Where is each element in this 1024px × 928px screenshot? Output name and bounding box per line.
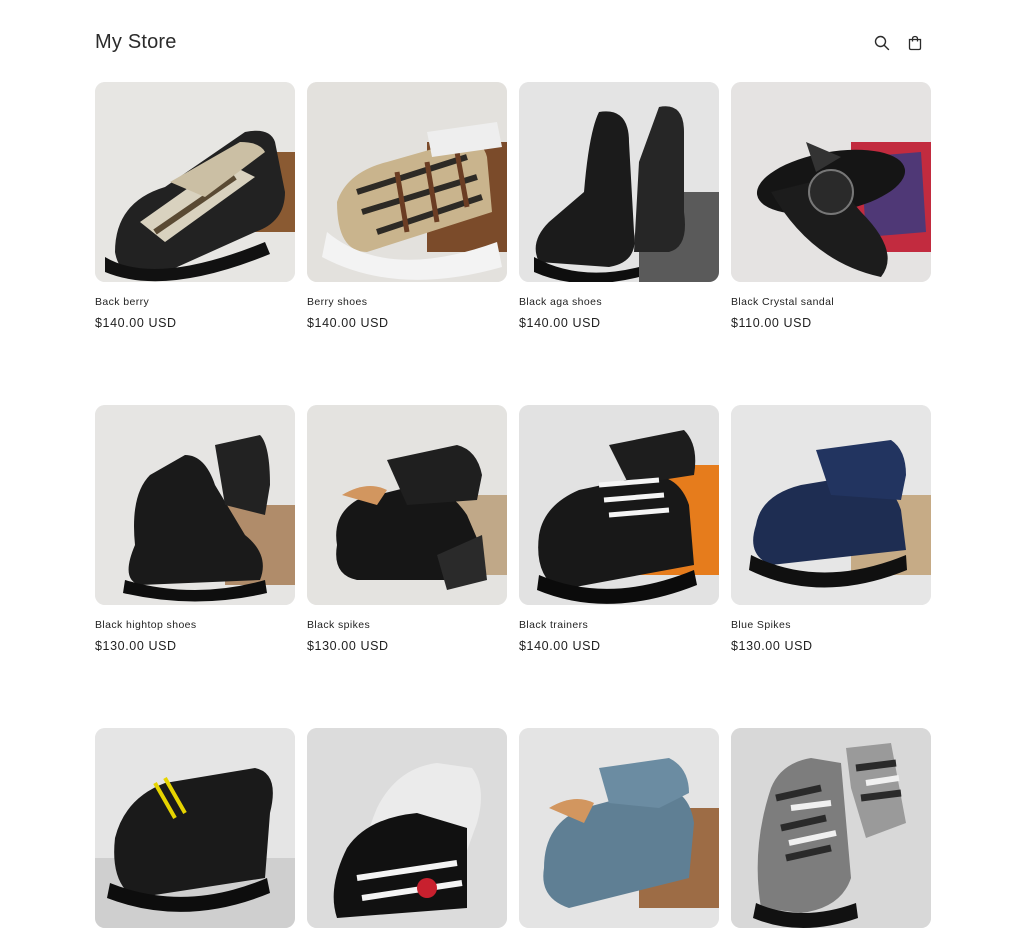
site-header: My Store xyxy=(0,0,1024,82)
product-price: $130.00 USD xyxy=(731,639,813,653)
product-price: $140.00 USD xyxy=(519,639,601,653)
product-title[interactable]: Black Crystal sandal xyxy=(731,295,931,309)
product-price: $130.00 USD xyxy=(307,639,389,653)
product-price: $140.00 USD xyxy=(519,316,601,330)
product-image[interactable] xyxy=(95,405,295,605)
product-image[interactable] xyxy=(307,82,507,282)
product-image[interactable] xyxy=(307,728,507,928)
product-title[interactable]: Black aga shoes xyxy=(519,295,719,309)
product-title[interactable]: Back berry xyxy=(95,295,295,309)
product-price: $130.00 USD xyxy=(95,639,177,653)
product-title[interactable]: Berry shoes xyxy=(307,295,507,309)
product-price: $140.00 USD xyxy=(307,316,389,330)
product-price: $140.00 USD xyxy=(95,316,177,330)
product-card[interactable] xyxy=(307,728,507,928)
product-grid: Back berry $140.00 USD Berry shoes $140.00… xyxy=(95,82,931,928)
product-image[interactable] xyxy=(519,82,719,282)
product-title[interactable]: Black spikes xyxy=(307,618,507,632)
product-title[interactable]: Black hightop shoes xyxy=(95,618,295,632)
product-price: $110.00 USD xyxy=(731,316,812,330)
product-card[interactable]: Black aga shoes $140.00 USD xyxy=(519,82,719,331)
product-card[interactable]: Black Crystal sandal $110.00 USD xyxy=(731,82,931,331)
product-card[interactable] xyxy=(519,728,719,928)
product-image[interactable] xyxy=(731,82,931,282)
store-name-link[interactable]: My Store xyxy=(95,31,177,54)
product-card[interactable]: Black trainers $140.00 USD xyxy=(519,405,719,654)
product-card[interactable] xyxy=(731,728,931,928)
product-image[interactable] xyxy=(519,405,719,605)
product-image[interactable] xyxy=(95,728,295,928)
product-card[interactable]: Back berry $140.00 USD xyxy=(95,82,295,331)
product-image[interactable] xyxy=(731,728,931,928)
product-image[interactable] xyxy=(307,405,507,605)
product-title[interactable]: Blue Spikes xyxy=(731,618,931,632)
product-card[interactable]: Berry shoes $140.00 USD xyxy=(307,82,507,331)
product-card[interactable] xyxy=(95,728,295,928)
product-title[interactable]: Black trainers xyxy=(519,618,719,632)
product-image[interactable] xyxy=(95,82,295,282)
cart-icon[interactable] xyxy=(903,31,927,55)
product-card[interactable]: Blue Spikes $130.00 USD xyxy=(731,405,931,654)
search-icon[interactable] xyxy=(870,31,894,55)
product-card[interactable]: Black hightop shoes $130.00 USD xyxy=(95,405,295,654)
product-card[interactable]: Black spikes $130.00 USD xyxy=(307,405,507,654)
product-image[interactable] xyxy=(731,405,931,605)
product-image[interactable] xyxy=(519,728,719,928)
